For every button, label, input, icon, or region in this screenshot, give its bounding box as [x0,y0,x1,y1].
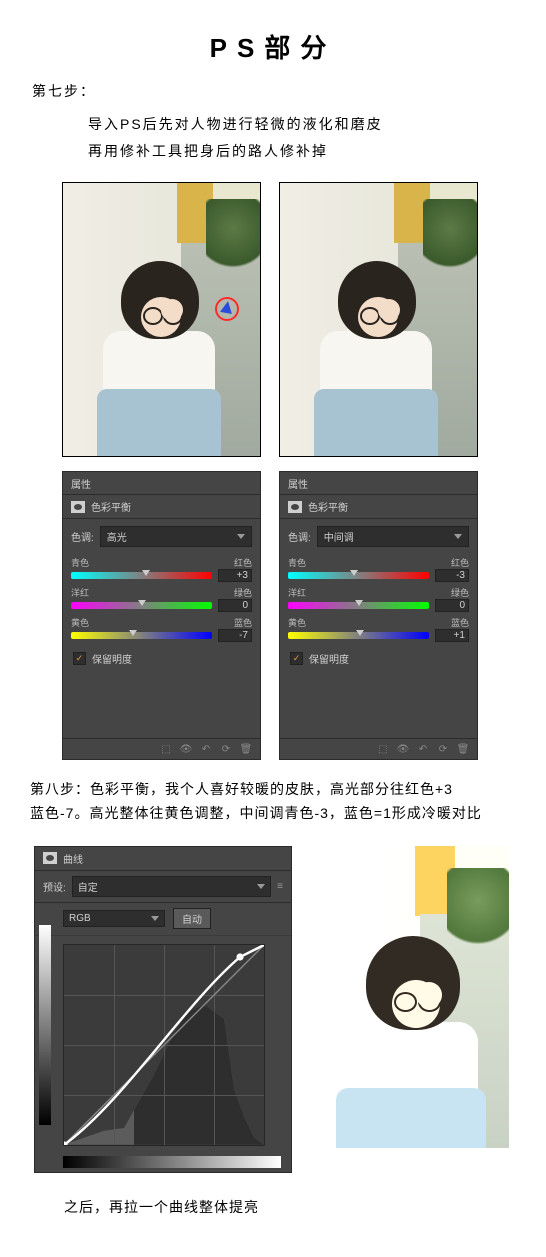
trash-icon[interactable]: 🗑 [455,742,471,756]
panel-header: 属性 [63,472,260,495]
curves-graph[interactable] [63,944,265,1146]
preset-select[interactable]: 自定 [72,876,271,897]
preserve-luminosity-checkbox[interactable] [73,652,86,665]
yellow-blue-slider[interactable] [288,632,429,639]
chevron-down-icon [257,884,265,889]
yellow-blue-value[interactable]: +1 [435,629,469,642]
pedestrian-marker-icon [215,297,239,321]
clip-icon[interactable]: ⬚ [375,742,391,756]
page-title: PS部分 [0,0,546,81]
adjustment-icon [71,501,85,513]
tone-label: 色调: [288,529,311,544]
chevron-down-icon [151,916,159,921]
channel-select[interactable]: RGB [63,910,165,927]
step7-instructions: 导入PS后先对人物进行轻微的液化和磨皮 再用修补工具把身后的路人修补掉 [0,111,546,182]
before-photo [62,182,261,457]
final-line: 之后，再拉一个曲线整体提亮 [0,1173,546,1257]
yellow-blue-slider[interactable] [71,632,212,639]
cyan-red-value[interactable]: +3 [218,569,252,582]
reset-icon[interactable]: ⟳ [218,742,234,756]
adjustment-icon [43,852,57,864]
panel-footer: ⬚ 👁 ↶ ⟳ 🗑 [280,738,477,759]
adjustment-icon [288,501,302,513]
chevron-down-icon [237,534,245,539]
preset-label: 预设: [43,879,66,894]
step8-line1: 第八步：色彩平衡，我个人喜好较暖的皮肤，高光部分往红色+3 [30,778,516,802]
trash-icon[interactable]: 🗑 [238,742,254,756]
magenta-green-slider[interactable] [71,602,212,609]
undo-icon[interactable]: ↶ [198,742,214,756]
magenta-green-slider[interactable] [288,602,429,609]
panel-footer: ⬚ 👁 ↶ ⟳ 🗑 [63,738,260,759]
chevron-down-icon [454,534,462,539]
cyan-red-value[interactable]: -3 [435,569,469,582]
step7-line1: 导入PS后先对人物进行轻微的液化和磨皮 [88,111,546,138]
curves-panel: 曲线 预设: 自定 ≡ RGB 自动 ✎ ✎ ✎ ∿ ✎ ✐ [34,846,292,1173]
magenta-green-value[interactable]: 0 [218,599,252,612]
after-photo [279,182,478,457]
cyan-red-slider[interactable] [288,572,429,579]
preserve-luminosity-checkbox[interactable] [290,652,303,665]
color-balance-panel-midtones: 属性 色彩平衡 色调: 中间调 青色红色 -3 洋红绿色 0 [279,471,478,760]
eye-icon[interactable]: 👁 [395,742,411,756]
step7-label: 第七步： [0,81,546,111]
panel-header: 属性 [280,472,477,495]
clip-icon[interactable]: ⬚ [158,742,174,756]
step8-line2: 蓝色-7。高光整体往黄色调整，中间调青色-3，蓝色=1形成冷暖对比 [30,802,516,826]
preserve-luminosity-label: 保留明度 [92,651,132,666]
color-balance-panel-highlights: 属性 色彩平衡 色调: 高光 青色红色 +3 洋红绿色 0 [62,471,261,760]
eye-icon[interactable]: 👁 [178,742,194,756]
adjustment-name: 色彩平衡 [308,499,348,514]
menu-icon[interactable]: ≡ [277,881,283,892]
output-gradient [39,925,51,1125]
magenta-green-value[interactable]: 0 [435,599,469,612]
adjustment-name: 曲线 [63,851,83,866]
reset-icon[interactable]: ⟳ [435,742,451,756]
auto-button[interactable]: 自动 [173,908,211,929]
cyan-red-slider[interactable] [71,572,212,579]
step8-text: 第八步：色彩平衡，我个人喜好较暖的皮肤，高光部分往红色+3 蓝色-7。高光整体往… [0,760,546,840]
result-photo [296,846,509,1148]
preserve-luminosity-label: 保留明度 [309,651,349,666]
step7-line2: 再用修补工具把身后的路人修补掉 [88,138,546,165]
tone-select[interactable]: 高光 [100,526,252,547]
tone-select[interactable]: 中间调 [317,526,469,547]
input-gradient [63,1156,281,1168]
adjustment-name: 色彩平衡 [91,499,131,514]
yellow-blue-value[interactable]: -7 [218,629,252,642]
undo-icon[interactable]: ↶ [415,742,431,756]
tone-label: 色调: [71,529,94,544]
